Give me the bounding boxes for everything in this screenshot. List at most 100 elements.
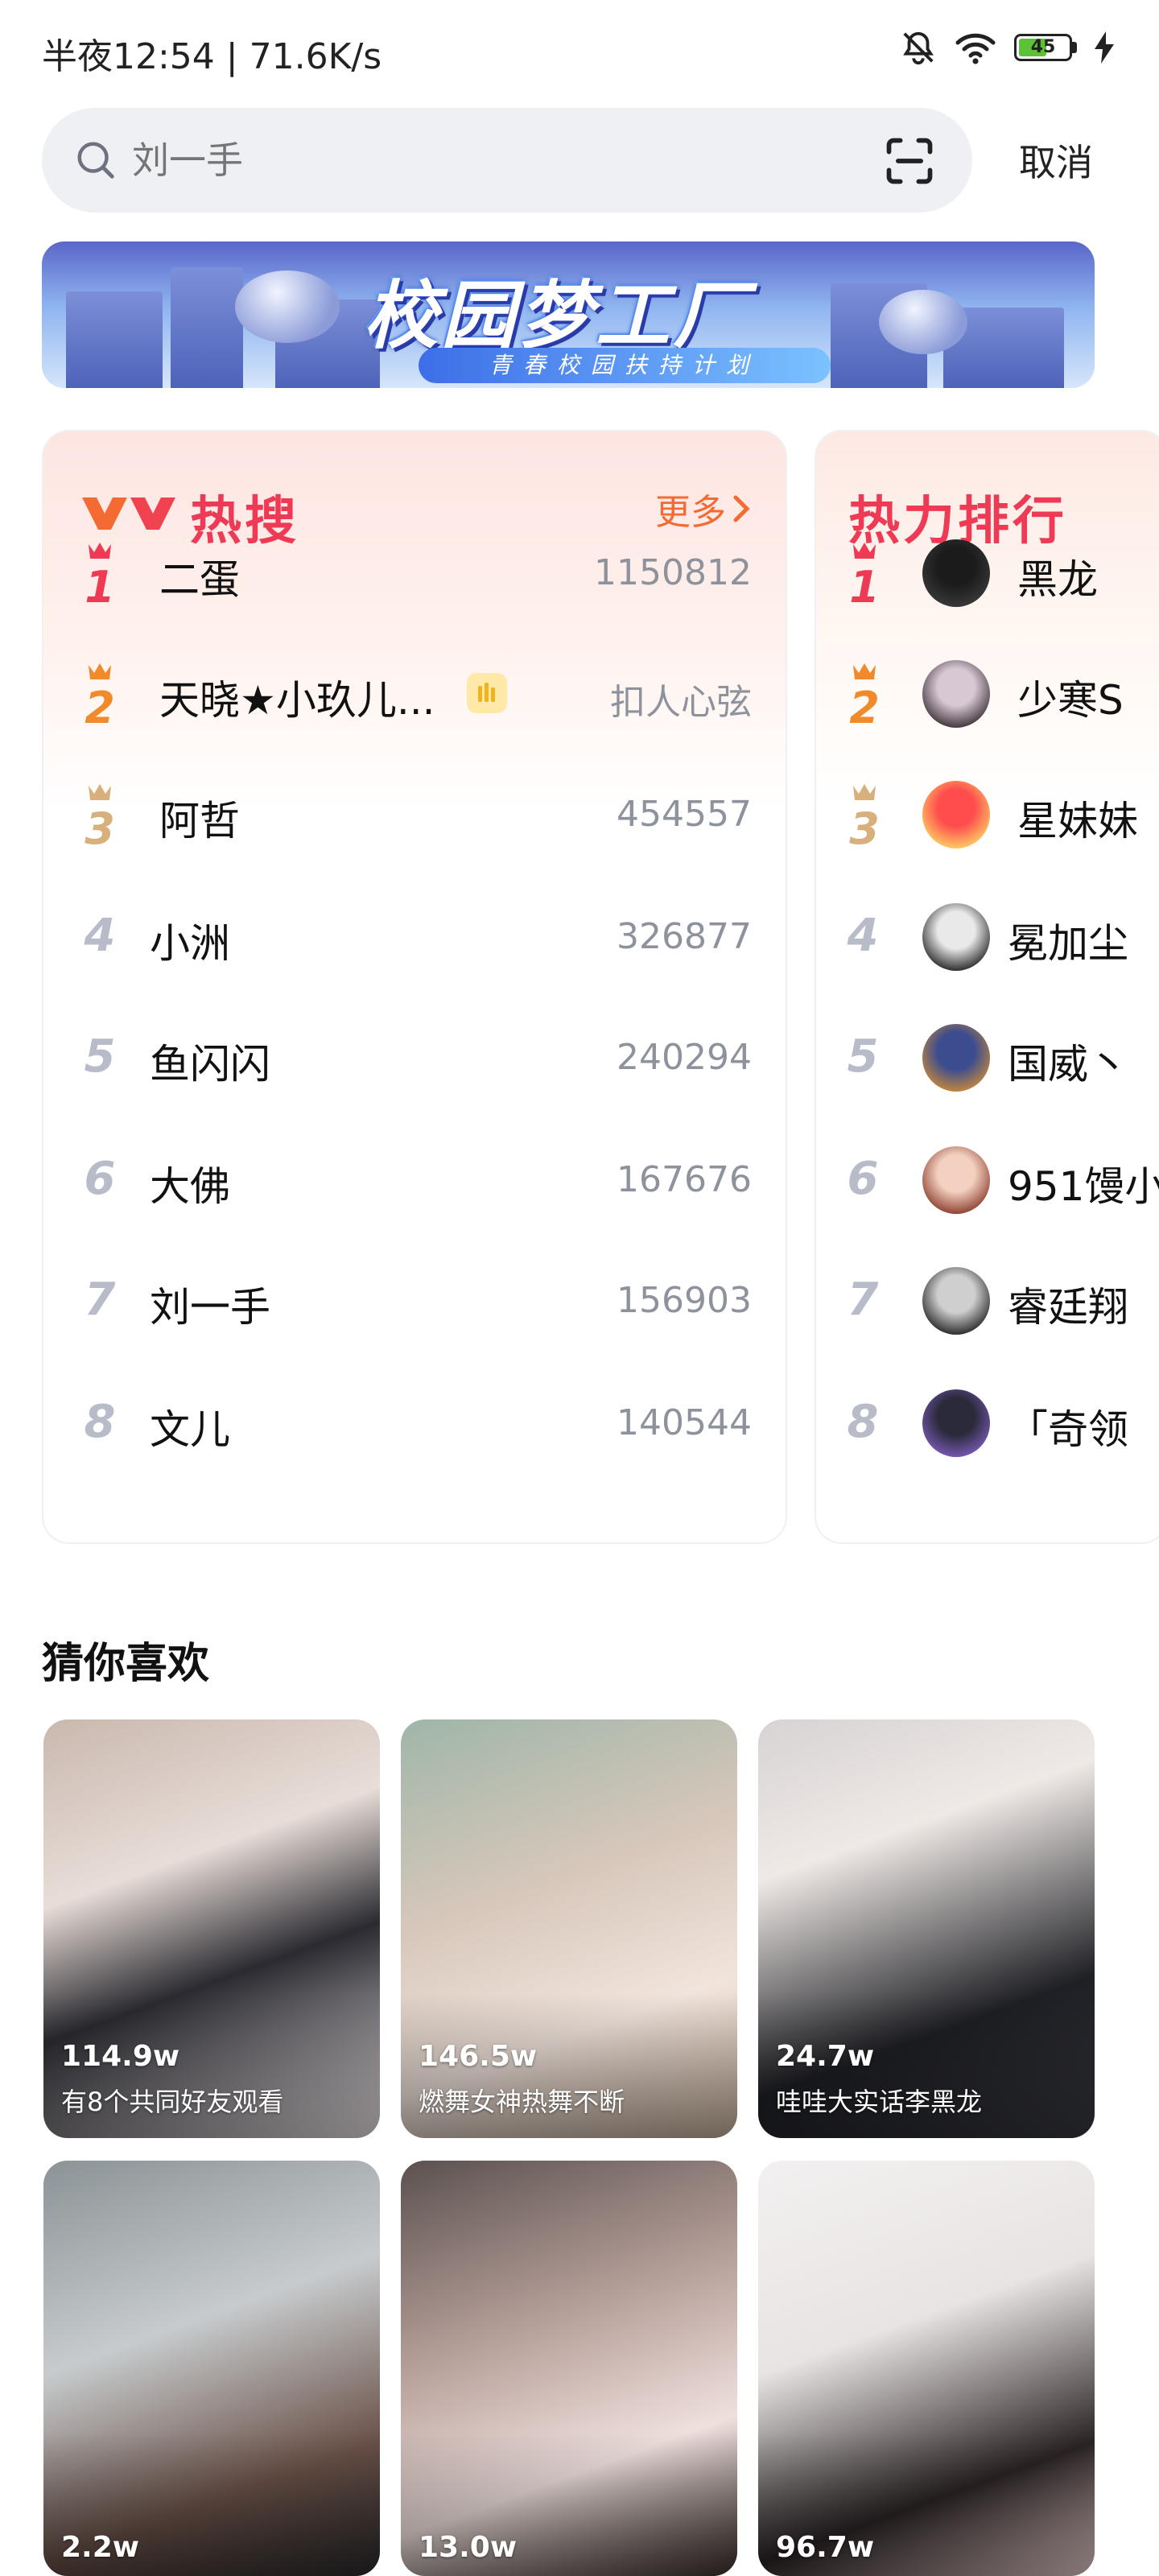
viewer-count: 114.9w	[61, 2040, 180, 2073]
viewer-count: 96.7w	[776, 2531, 875, 2564]
rank-number: 8	[847, 1396, 879, 1448]
viewer-count: 24.7w	[776, 2040, 875, 2073]
more-button[interactable]: 更多	[655, 483, 752, 535]
svg-text:2: 2	[849, 683, 880, 729]
wifi-icon	[955, 33, 996, 64]
heat-item-name: 国威丶	[1008, 1041, 1128, 1088]
heat-rank-card: 热力排行 1 黑龙 2 少寒S 3 星妹妹 4 冕加尘 5 国威丶 6 951馒小 7 睿廷翔 8 「奇领	[815, 430, 1159, 1544]
avatar	[922, 660, 990, 728]
viewer-count: 146.5w	[419, 2040, 538, 2073]
hot-search-item[interactable]: 4 小洲 326877	[43, 897, 786, 977]
rank-crown-icon: 1	[85, 543, 115, 609]
heat-item-name: 冕加尘	[1008, 920, 1128, 967]
heat-rank-item[interactable]: 2 少寒S	[816, 654, 1159, 734]
viewer-count: 13.0w	[419, 2531, 518, 2564]
rank-crown-icon: 3	[849, 784, 880, 850]
scan-icon[interactable]	[882, 134, 937, 188]
room-description: 有8个共同好友观看	[61, 2087, 284, 2117]
avatar	[922, 1267, 990, 1335]
heat-rank-item[interactable]: 6 951馒小	[816, 1140, 1159, 1220]
chevron-right-icon	[733, 495, 750, 522]
search-bar[interactable]	[42, 108, 972, 213]
hot-search-item[interactable]: 2 天晓★小玖儿... 扣人心弦	[43, 654, 786, 734]
hot-item-value: 454557	[617, 794, 752, 835]
rank-crown-icon: 1	[849, 543, 880, 609]
hot-search-item[interactable]: 1 二蛋 1150812	[43, 533, 786, 613]
banner-subtitle: 青春校园扶持计划	[419, 348, 831, 383]
live-room-tile[interactable]: 146.5w 燃舞女神热舞不断	[401, 1719, 737, 2138]
heat-item-name: 睿廷翔	[1008, 1284, 1128, 1331]
hot-item-value: 240294	[617, 1037, 752, 1078]
search-input[interactable]	[132, 108, 856, 213]
heat-rank-item[interactable]: 1 黑龙	[816, 533, 1159, 613]
mute-bell-icon	[903, 31, 934, 65]
heat-rank-item[interactable]: 8 「奇领	[816, 1383, 1159, 1463]
rank-number: 4	[847, 910, 879, 962]
rank-number: 4	[84, 910, 116, 962]
heat-rank-item[interactable]: 5 国威丶	[816, 1018, 1159, 1098]
live-room-tile[interactable]: 13.0w	[401, 2161, 737, 2576]
hot-item-name: 文儿	[150, 1406, 230, 1453]
recommend-title: 猜你喜欢	[42, 1640, 210, 1688]
live-room-tile[interactable]: 114.9w 有8个共同好友观看	[43, 1719, 380, 2138]
live-room-tile[interactable]: 24.7w 哇哇大实话李黑龙	[758, 1719, 1095, 2138]
hot-search-card: 热搜 更多 1 二蛋 1150812 2 天晓★小玖儿... 扣人心弦 3 阿哲 454557 4…	[42, 430, 787, 1544]
hot-search-item[interactable]: 6 大佛 167676	[43, 1140, 786, 1220]
svg-text:3: 3	[85, 803, 115, 850]
heat-item-name: 黑龙	[1017, 556, 1098, 603]
battery-level: 45	[1030, 37, 1056, 57]
svg-text:2: 2	[85, 683, 115, 729]
rank-number: 7	[847, 1274, 879, 1326]
rank-number: 7	[84, 1274, 116, 1326]
hot-search-item[interactable]: 7 刘一手 156903	[43, 1261, 786, 1341]
hot-search-item[interactable]: 5 鱼闪闪 240294	[43, 1018, 786, 1098]
heat-item-name: 951馒小	[1008, 1163, 1159, 1210]
hot-item-name: 小洲	[150, 920, 230, 967]
hot-search-item[interactable]: 8 文儿 140544	[43, 1383, 786, 1463]
rank-number: 5	[84, 1030, 116, 1083]
live-room-tile[interactable]: 96.7w	[758, 2161, 1095, 2576]
avatar	[922, 781, 990, 848]
svg-text:3: 3	[849, 803, 880, 850]
cancel-button[interactable]: 取消	[1019, 134, 1093, 187]
hot-item-value: 156903	[617, 1280, 752, 1321]
svg-text:1: 1	[85, 562, 115, 609]
campus-banner[interactable]: 校园梦工厂 青春校园扶持计划	[42, 242, 1095, 388]
hot-item-value: 167676	[617, 1159, 752, 1200]
heat-item-name: 星妹妹	[1017, 798, 1138, 844]
more-label: 更多	[655, 492, 726, 533]
hot-item-value: 1150812	[594, 552, 752, 593]
hot-item-name: 刘一手	[150, 1284, 270, 1331]
hot-item-value: 140544	[617, 1402, 752, 1443]
rank-number: 8	[84, 1396, 116, 1448]
hot-search-item[interactable]: 3 阿哲 454557	[43, 774, 786, 855]
battery-icon: 45	[1014, 34, 1077, 61]
charging-icon	[1095, 31, 1114, 64]
rank-crown-icon: 2	[849, 663, 880, 729]
hot-item-value: 326877	[617, 916, 752, 957]
heat-rank-item[interactable]: 7 睿廷翔	[816, 1261, 1159, 1341]
rank-crown-icon: 2	[85, 663, 115, 729]
hot-item-name: 天晓★小玖儿...	[159, 677, 435, 724]
svg-text:1: 1	[849, 562, 880, 609]
avatar	[922, 1389, 990, 1457]
viewer-count: 2.2w	[61, 2531, 140, 2564]
avatar	[922, 539, 990, 607]
heat-item-name: 少寒S	[1017, 677, 1124, 724]
search-icon	[77, 142, 114, 179]
live-bars-icon	[467, 673, 507, 713]
hot-item-name: 鱼闪闪	[150, 1041, 270, 1088]
avatar	[922, 1146, 990, 1214]
status-bar: 半夜12:54 | 71.6K/s 45	[0, 0, 1159, 97]
rank-number: 6	[847, 1153, 879, 1205]
room-description: 燃舞女神热舞不断	[419, 2087, 625, 2117]
yy-logo-icon	[82, 497, 175, 530]
heat-rank-item[interactable]: 4 冕加尘	[816, 897, 1159, 977]
status-icons: 45	[900, 27, 1114, 68]
hot-item-name: 阿哲	[159, 798, 240, 844]
heat-rank-item[interactable]: 3 星妹妹	[816, 774, 1159, 855]
hot-item-name: 大佛	[150, 1163, 230, 1210]
rank-number: 6	[84, 1153, 116, 1205]
rank-number: 5	[847, 1030, 879, 1083]
live-room-tile[interactable]: 2.2w	[43, 2161, 380, 2576]
